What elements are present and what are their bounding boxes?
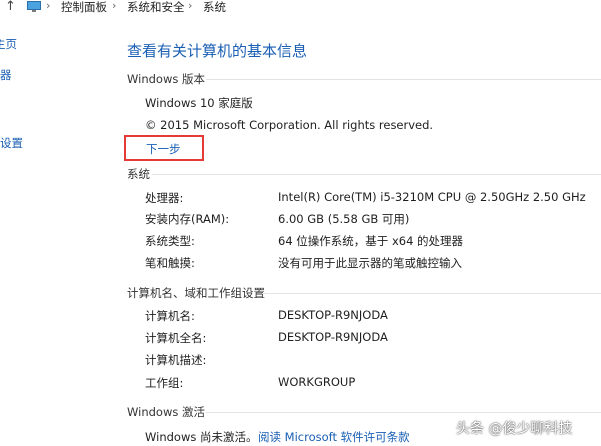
section-system: 系统 bbox=[127, 167, 150, 181]
full-computer-name-label: 计算机全名: bbox=[145, 331, 207, 345]
section-activation: Windows 激活 bbox=[127, 405, 205, 419]
activation-status: Windows 尚未激活。 bbox=[145, 430, 258, 444]
processor-value: Intel(R) Core(TM) i5-3210M CPU @ 2.50GHz… bbox=[278, 190, 586, 204]
ram-label: 安装内存(RAM): bbox=[145, 212, 230, 226]
system-type-value: 64 位操作系统，基于 x64 的处理器 bbox=[278, 234, 464, 248]
computer-icon bbox=[27, 1, 41, 12]
workgroup-label: 工作组: bbox=[145, 376, 184, 390]
section-windows-edition: Windows 版本 bbox=[127, 72, 205, 86]
next-step-link[interactable]: 下一步 bbox=[146, 141, 181, 157]
nav-item-settings[interactable]: 设置 bbox=[0, 135, 23, 151]
copyright-text: © 2015 Microsoft Corporation. All rights… bbox=[145, 118, 434, 132]
breadcrumb-system[interactable]: 系统 bbox=[203, 0, 226, 15]
breadcrumb-system-security[interactable]: 系统和安全 bbox=[127, 0, 185, 15]
address-bar[interactable]: ↑ › 控制面板 › 系统和安全 › 系统 bbox=[0, 0, 601, 17]
processor-label: 处理器: bbox=[145, 191, 184, 205]
divider bbox=[206, 79, 601, 80]
system-type-label: 系统类型: bbox=[145, 234, 195, 248]
computer-description-label: 计算机描述: bbox=[145, 353, 207, 367]
breadcrumb-separator: › bbox=[46, 0, 51, 12]
breadcrumb-separator: › bbox=[188, 0, 193, 12]
divider bbox=[262, 293, 601, 294]
pen-touch-label: 笔和触摸: bbox=[145, 256, 195, 270]
pen-touch-value: 没有可用于此显示器的笔或触控输入 bbox=[278, 256, 462, 270]
full-computer-name-value: DESKTOP-R9NJODA bbox=[278, 330, 388, 344]
computer-name-label: 计算机名: bbox=[145, 309, 195, 323]
divider bbox=[152, 174, 601, 175]
nav-item-home[interactable]: 主页 bbox=[0, 36, 17, 52]
workgroup-value: WORKGROUP bbox=[278, 375, 356, 389]
divider bbox=[206, 412, 601, 413]
breadcrumb-control-panel[interactable]: 控制面板 bbox=[61, 0, 107, 15]
nav-item-device-manager[interactable]: 器 bbox=[0, 67, 12, 83]
computer-name-value: DESKTOP-R9NJODA bbox=[278, 308, 388, 322]
section-computer-name: 计算机名、域和工作组设置 bbox=[127, 286, 265, 300]
watermark-text: 头条 @俊少聊科技 bbox=[456, 421, 573, 437]
windows-edition-value: Windows 10 家庭版 bbox=[145, 96, 253, 110]
license-terms-link[interactable]: 阅读 Microsoft 软件许可条款 bbox=[258, 429, 410, 445]
page-title: 查看有关计算机的基本信息 bbox=[127, 42, 308, 60]
up-arrow-icon[interactable]: ↑ bbox=[5, 0, 16, 14]
ram-value: 6.00 GB (5.58 GB 可用) bbox=[278, 212, 410, 226]
breadcrumb-separator: › bbox=[112, 0, 117, 12]
